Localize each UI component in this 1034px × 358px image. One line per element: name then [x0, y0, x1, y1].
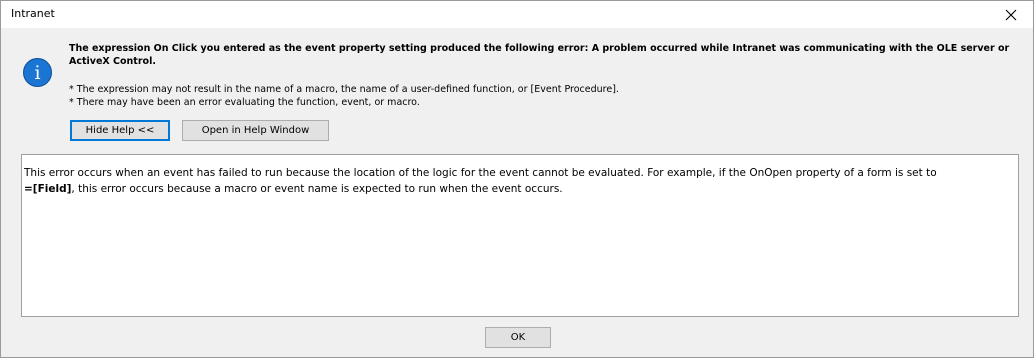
close-button[interactable] — [988, 1, 1033, 28]
error-message: The expression On Click you entered as t… — [69, 43, 1010, 67]
help-text-token: =[Field] — [24, 183, 72, 195]
help-text-after: , this error occurs because a macro or e… — [71, 183, 563, 195]
help-text-before: This error occurs when an event has fail… — [24, 167, 937, 179]
help-text-panel[interactable]: This error occurs when an event has fail… — [21, 154, 1019, 317]
hide-help-button[interactable]: Hide Help << — [70, 120, 170, 141]
detail-line: * There may have been an error evaluatin… — [69, 97, 420, 108]
info-icon: i — [23, 58, 52, 87]
error-dialog: Intranet i The expression On Click you e… — [0, 0, 1034, 358]
open-help-window-button[interactable]: Open in Help Window — [182, 120, 329, 141]
detail-line: * The expression may not result in the n… — [69, 84, 619, 95]
ok-button[interactable]: OK — [485, 327, 551, 348]
error-details: * The expression may not result in the n… — [69, 83, 969, 109]
window-title: Intranet — [11, 7, 55, 20]
close-icon — [1005, 9, 1016, 20]
title-bar: Intranet — [1, 1, 1033, 28]
